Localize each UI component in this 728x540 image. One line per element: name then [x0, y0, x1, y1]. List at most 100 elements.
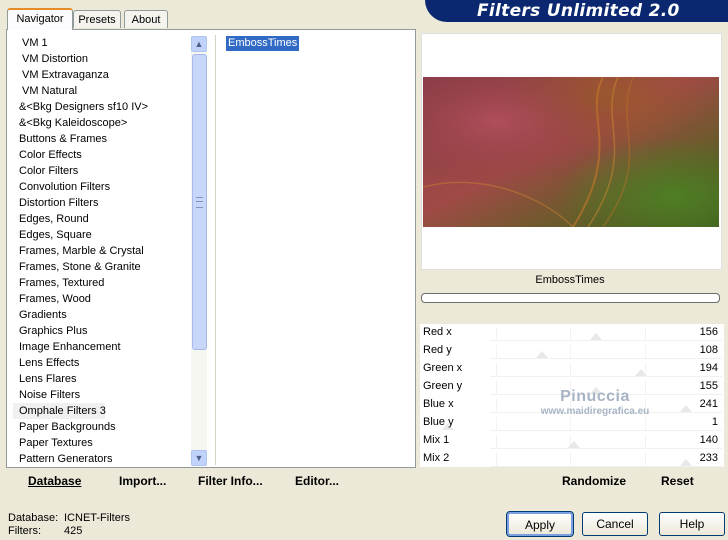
- parameter-label: Red y: [423, 344, 452, 356]
- list-item[interactable]: Distortion Filters: [13, 195, 191, 211]
- app-logo: Filters Unlimited 2.0: [425, 0, 728, 22]
- parameter-value: 241: [699, 398, 718, 410]
- apply-button[interactable]: Apply: [506, 511, 574, 537]
- parameter-slider[interactable]: Blue x 241: [420, 396, 724, 414]
- slider-tick: [645, 381, 646, 394]
- list-item[interactable]: Image Enhancement: [13, 339, 191, 355]
- status-database: Database: ICNET-Filters: [8, 512, 130, 524]
- parameter-slider[interactable]: Green y 155: [420, 378, 724, 396]
- list-item[interactable]: Frames, Marble & Crystal: [13, 243, 191, 259]
- slider-tick: [496, 417, 497, 430]
- slider-tick: [496, 453, 497, 466]
- parameter-value: 1: [711, 416, 718, 428]
- slider-tick: [496, 345, 497, 358]
- parameter-value: 156: [699, 326, 718, 338]
- reset-button[interactable]: Reset: [661, 474, 694, 488]
- parameter-label: Blue y: [423, 416, 454, 428]
- parameter-slider[interactable]: Mix 1 140: [420, 432, 724, 450]
- slider-track[interactable]: [490, 394, 722, 395]
- status-filters-label: Filters:: [8, 525, 41, 537]
- filter-item-selected[interactable]: EmbossTimes: [226, 36, 300, 51]
- list-item[interactable]: Frames, Wood: [13, 291, 191, 307]
- parameter-slider[interactable]: Mix 2 233: [420, 450, 724, 468]
- slider-tick: [645, 453, 646, 466]
- slider-tick: [645, 399, 646, 412]
- cancel-button[interactable]: Cancel: [582, 512, 648, 536]
- slider-track[interactable]: [490, 358, 722, 359]
- slider-track[interactable]: [490, 340, 722, 341]
- slider-tick: [496, 327, 497, 340]
- tab-presets[interactable]: Presets: [73, 10, 121, 28]
- list-item[interactable]: VM Distortion: [13, 51, 191, 67]
- slider-thumb[interactable]: [680, 459, 692, 466]
- preview-filter-name: EmbossTimes: [535, 274, 605, 286]
- list-item[interactable]: VM Natural: [13, 83, 191, 99]
- list-item[interactable]: Gradients: [13, 307, 191, 323]
- slider-thumb[interactable]: [590, 387, 602, 394]
- parameter-value: 140: [699, 434, 718, 446]
- parameter-slider[interactable]: Red y 108: [420, 342, 724, 360]
- list-item[interactable]: &<Bkg Kaleidoscope>: [13, 115, 191, 131]
- parameter-label: Green x: [423, 362, 463, 374]
- tab-about[interactable]: About: [124, 10, 168, 28]
- parameter-slider[interactable]: Green x 194: [420, 360, 724, 378]
- list-item[interactable]: Pattern Generators: [13, 451, 191, 467]
- scroll-up-button[interactable]: ▲: [191, 36, 207, 52]
- list-item[interactable]: Frames, Stone & Granite: [13, 259, 191, 275]
- list-item[interactable]: Noise Filters: [13, 387, 191, 403]
- slider-track[interactable]: [490, 376, 722, 377]
- list-item[interactable]: VM Extravaganza: [13, 67, 191, 83]
- category-scrollbar[interactable]: ▲ ▼: [191, 36, 207, 466]
- parameter-value: 155: [699, 380, 718, 392]
- parameter-slider[interactable]: Blue y 1: [420, 414, 724, 432]
- list-item[interactable]: Color Effects: [13, 147, 191, 163]
- list-item[interactable]: Buttons & Frames: [13, 131, 191, 147]
- database-label: Database: [28, 474, 82, 488]
- parameter-slider[interactable]: Red x 156: [420, 324, 724, 342]
- grip-icon: [196, 197, 203, 208]
- slider-tick: [645, 435, 646, 448]
- filter-info-button[interactable]: Filter Info...: [198, 474, 263, 488]
- slider-track[interactable]: [490, 466, 722, 467]
- database-button[interactable]: Database: [28, 474, 81, 488]
- slider-thumb[interactable]: [536, 351, 548, 358]
- list-item[interactable]: Frames, Textured: [13, 275, 191, 291]
- list-item[interactable]: Color Filters: [13, 163, 191, 179]
- scroll-down-button[interactable]: ▼: [191, 450, 207, 466]
- scroll-thumb[interactable]: [192, 54, 207, 350]
- parameter-label: Red x: [423, 326, 452, 338]
- slider-tick: [570, 381, 571, 394]
- slider-track[interactable]: [490, 448, 722, 449]
- list-item[interactable]: VM 1: [13, 35, 191, 51]
- list-item[interactable]: Lens Effects: [13, 355, 191, 371]
- slider-tick: [570, 327, 571, 340]
- randomize-button[interactable]: Randomize: [562, 474, 626, 488]
- tab-navigator[interactable]: Navigator: [7, 8, 73, 30]
- slider-tick: [496, 381, 497, 394]
- slider-thumb[interactable]: [590, 333, 602, 340]
- category-list[interactable]: VM 1 VM Distortion VM Extravaganza VM Natur…: [13, 35, 191, 467]
- help-button[interactable]: Help: [659, 512, 725, 536]
- parameter-label: Green y: [423, 380, 463, 392]
- list-item[interactable]: Edges, Square: [13, 227, 191, 243]
- slider-track[interactable]: [490, 412, 722, 413]
- import-button[interactable]: Import...: [119, 474, 166, 488]
- list-item[interactable]: Paper Textures: [13, 435, 191, 451]
- slider-tick: [496, 435, 497, 448]
- filter-list[interactable]: EmbossTimes: [215, 35, 414, 465]
- list-item[interactable]: Edges, Round: [13, 211, 191, 227]
- slider-thumb[interactable]: [680, 405, 692, 412]
- slider-thumb[interactable]: [635, 369, 647, 376]
- list-item[interactable]: Convolution Filters: [13, 179, 191, 195]
- parameter-label: Blue x: [423, 398, 454, 410]
- list-item[interactable]: Graphics Plus: [13, 323, 191, 339]
- list-item[interactable]: Paper Backgrounds: [13, 419, 191, 435]
- list-item[interactable]: &<Bkg Designers sf10 IV>: [13, 99, 191, 115]
- progress-bar: [421, 293, 720, 303]
- parameter-panel[interactable]: Red x 156 Red y 108 Green x 194 Green y 155 Blue…: [420, 324, 724, 467]
- slider-track[interactable]: [490, 430, 722, 431]
- list-item[interactable]: Lens Flares: [13, 371, 191, 387]
- editor-button[interactable]: Editor...: [295, 474, 339, 488]
- list-item[interactable]: Omphale Filters 3: [13, 403, 106, 419]
- slider-thumb[interactable]: [568, 441, 580, 448]
